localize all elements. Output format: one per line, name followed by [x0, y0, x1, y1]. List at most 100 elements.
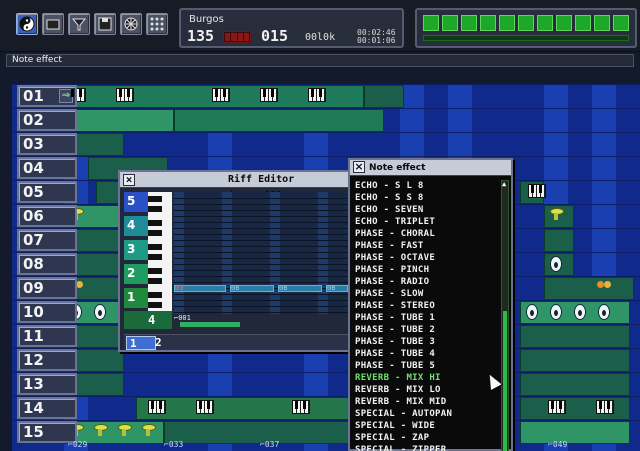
track-label[interactable]: 08	[17, 253, 77, 275]
pitch-row-line	[174, 270, 350, 271]
vu-meter-segment	[594, 15, 610, 31]
riff-note[interactable]: 08	[278, 285, 322, 292]
cymbal-instrument-icon	[92, 424, 108, 436]
note-effect-item[interactable]: PHASE - OCTAVE	[353, 252, 499, 264]
riff-note[interactable]: 08	[326, 285, 348, 292]
pattern-block[interactable]	[64, 109, 174, 132]
note-effect-item[interactable]: SPECIAL - WIDE	[353, 420, 499, 432]
tempo-led-display	[223, 31, 251, 43]
black-key[interactable]	[148, 196, 162, 202]
track-label[interactable]: 10	[17, 301, 77, 323]
pattern-block[interactable]	[520, 325, 630, 348]
note-effect-item[interactable]: REVERB - MIX LO	[353, 384, 499, 396]
riff-tab-2[interactable]: 2	[152, 336, 182, 350]
note-effect-item[interactable]: SPECIAL - AUTOPAN	[353, 408, 499, 420]
piano-instrument-icon	[292, 400, 310, 414]
note-effect-list[interactable]: ECHO - S L 8 ECHO - S S 8 ECHO - SEVEN ECHO…	[353, 180, 499, 451]
riff-editor-window[interactable]: × Riff Editor (merge002 5 4 3 2 1 03 08 08 08 ⌐…	[118, 170, 356, 352]
note-effect-item[interactable]: PHASE - FAST	[353, 240, 499, 252]
note-effect-item[interactable]: ECHO - S L 8	[353, 180, 499, 192]
riff-scrollbar[interactable]	[180, 322, 240, 327]
track-label[interactable]: 12	[17, 349, 77, 371]
cymbal-instrument-icon	[140, 424, 156, 436]
track-label[interactable]: 13	[17, 373, 77, 395]
pattern-block[interactable]	[544, 229, 574, 252]
track-label[interactable]: 07	[17, 229, 77, 251]
black-key[interactable]	[148, 292, 162, 298]
yinyang-icon[interactable]	[16, 13, 38, 35]
octave-button[interactable]: 2	[124, 264, 148, 284]
note-effect-item[interactable]: PHASE - TUBE 5	[353, 360, 499, 372]
black-key[interactable]	[148, 302, 162, 308]
black-key[interactable]	[148, 206, 162, 212]
track-label[interactable]: 06	[17, 205, 77, 227]
note-effect-item[interactable]: PHASE - TUBE 4	[353, 348, 499, 360]
octave-button[interactable]: 4	[124, 216, 148, 236]
note-effect-item[interactable]: PHASE - RADIO	[353, 276, 499, 288]
pattern-block[interactable]	[136, 397, 366, 420]
pattern-block[interactable]	[364, 85, 404, 108]
octave-button[interactable]: 1	[124, 288, 148, 308]
vu-meter	[423, 15, 629, 31]
note-effect-item[interactable]: PHASE - STEREO	[353, 300, 499, 312]
black-key[interactable]	[148, 220, 162, 226]
grid-dots-icon[interactable]	[146, 13, 168, 35]
gear-wheel-icon[interactable]	[120, 13, 142, 35]
track-label[interactable]: 11	[17, 325, 77, 347]
close-icon[interactable]: ×	[353, 161, 365, 173]
pattern-block[interactable]	[520, 421, 630, 444]
note-effect-item[interactable]: ECHO - TRIPLET	[353, 216, 499, 228]
track-label[interactable]: 05	[17, 181, 77, 203]
note-effect-item[interactable]: PHASE - TUBE 2	[353, 324, 499, 336]
note-effect-item[interactable]: REVERB - MIX HI	[353, 372, 499, 384]
pattern-block[interactable]	[544, 277, 634, 300]
scroll-up-arrow-icon[interactable]: ▲	[502, 181, 508, 188]
pattern-block[interactable]	[520, 373, 630, 396]
riff-note[interactable]: 08	[230, 285, 274, 292]
note-effect-item[interactable]: PHASE - SLOW	[353, 288, 499, 300]
black-key[interactable]	[148, 230, 162, 236]
window-icon[interactable]	[42, 13, 64, 35]
note-effect-item[interactable]: ECHO - SEVEN	[353, 204, 499, 216]
track-label[interactable]: 09	[17, 277, 77, 299]
note-effect-item[interactable]: ECHO - S S 8	[353, 192, 499, 204]
track-label[interactable]: 01 ⇒	[17, 85, 77, 107]
note-effect-item[interactable]: PHASE - TUBE 3	[353, 336, 499, 348]
tempo-value[interactable]: 135	[187, 27, 214, 45]
octave-button[interactable]: 5	[124, 192, 148, 212]
track-number: 08	[23, 255, 44, 273]
position-value[interactable]: 015	[261, 27, 288, 45]
track-label[interactable]: 03	[17, 133, 77, 155]
note-effect-item[interactable]: PHASE - TUBE 1	[353, 312, 499, 324]
riff-editor-title[interactable]: × Riff Editor (merge002	[120, 172, 354, 201]
floppy-disk-icon[interactable]	[94, 13, 116, 35]
vu-meter-panel	[415, 8, 637, 48]
black-key[interactable]	[148, 254, 162, 260]
note-effect-window[interactable]: × Note effect ECHO - S L 8 ECHO - S S 8 EC…	[348, 158, 513, 451]
piano-keyboard[interactable]	[148, 192, 172, 312]
track-label[interactable]: 04	[17, 157, 77, 179]
riff-note[interactable]: 03	[174, 285, 226, 292]
riff-note-grid[interactable]: 03 08 08 08	[174, 192, 350, 314]
note-effect-item[interactable]: PHASE - CHORAL	[353, 228, 499, 240]
funnel-icon[interactable]	[68, 13, 90, 35]
note-effect-item[interactable]: SPECIAL - ZIPPER	[353, 444, 499, 451]
track-label[interactable]: 02	[17, 109, 77, 131]
pitch-row-line	[174, 198, 350, 199]
pattern-block[interactable]	[174, 109, 384, 132]
black-key[interactable]	[148, 268, 162, 274]
note-effect-scrollbar[interactable]: ▲	[501, 180, 509, 451]
note-effect-title[interactable]: × Note effect	[350, 160, 511, 176]
scrollbar-thumb[interactable]	[503, 311, 507, 451]
octave-button[interactable]: 3	[124, 240, 148, 260]
black-key[interactable]	[148, 278, 162, 284]
song-name[interactable]: Burgos	[189, 14, 224, 25]
note-effect-item[interactable]: SPECIAL - ZAP	[353, 432, 499, 444]
track-number: 09	[23, 279, 44, 297]
note-effect-item[interactable]: REVERB - MIX MID	[353, 396, 499, 408]
pattern-block[interactable]	[520, 349, 630, 372]
note-effect-item[interactable]: PHASE - PINCH	[353, 264, 499, 276]
track-label[interactable]: 14	[17, 397, 77, 419]
black-key[interactable]	[148, 244, 162, 250]
close-icon[interactable]: ×	[123, 174, 135, 186]
